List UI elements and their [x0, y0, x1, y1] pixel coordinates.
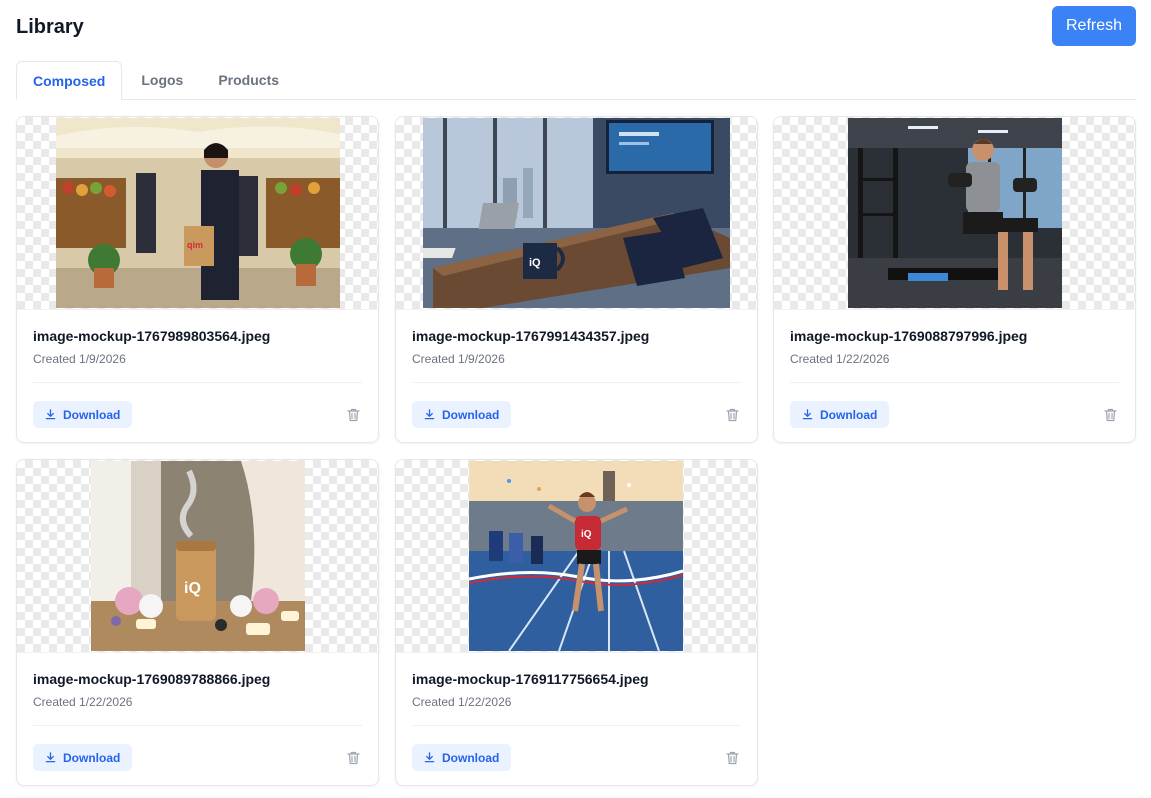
- download-label: Download: [820, 407, 878, 422]
- card-actions: Download: [412, 744, 741, 771]
- created-date: Created 1/9/2026: [412, 352, 505, 366]
- download-icon: [802, 409, 813, 420]
- file-name: image-mockup-1767991434357.jpeg: [412, 328, 650, 344]
- trash-icon[interactable]: [723, 749, 741, 767]
- image-preview: [848, 118, 1062, 308]
- divider: [33, 725, 362, 726]
- divider: [33, 382, 362, 383]
- trash-icon[interactable]: [344, 749, 362, 767]
- download-button[interactable]: Download: [412, 744, 512, 771]
- card-actions: Download: [33, 744, 362, 771]
- thumbnail[interactable]: qim: [17, 117, 378, 310]
- trash-icon[interactable]: [344, 406, 362, 424]
- file-name: image-mockup-1769088797996.jpeg: [790, 328, 1028, 344]
- download-icon: [45, 409, 56, 420]
- created-date: Created 1/22/2026: [412, 695, 512, 709]
- download-label: Download: [442, 407, 500, 422]
- header: Library Refresh: [16, 0, 1136, 52]
- image-preview: iQ: [423, 118, 730, 308]
- trash-icon[interactable]: [1101, 406, 1119, 424]
- image-preview: iQ: [91, 461, 305, 651]
- tab-logos[interactable]: Logos: [125, 61, 199, 99]
- tab-products[interactable]: Products: [202, 61, 295, 99]
- created-date: Created 1/9/2026: [33, 352, 126, 366]
- image-preview: iQ: [469, 461, 683, 651]
- download-button[interactable]: Download: [412, 401, 512, 428]
- image-card: iQ image-mockup-1769117756654.jpeg Creat…: [395, 459, 758, 786]
- image-card: iQ image-mockup-1767991434357.jpeg Creat…: [395, 116, 758, 443]
- image-card: iQ image-mockup-1769089788866.jpeg Creat…: [16, 459, 379, 786]
- svg-text:qim: qim: [187, 240, 203, 250]
- image-card: image-mockup-1769088797996.jpeg Created …: [773, 116, 1136, 443]
- svg-text:iQ: iQ: [529, 257, 541, 269]
- created-date: Created 1/22/2026: [33, 695, 133, 709]
- page-title: Library: [16, 15, 84, 38]
- divider: [412, 725, 741, 726]
- divider: [412, 382, 741, 383]
- download-button[interactable]: Download: [33, 744, 133, 771]
- thumbnail[interactable]: [774, 117, 1135, 310]
- tab-composed[interactable]: Composed: [16, 61, 123, 100]
- download-icon: [45, 752, 56, 763]
- trash-icon[interactable]: [723, 406, 741, 424]
- download-icon: [424, 409, 435, 420]
- file-name: image-mockup-1769089788866.jpeg: [33, 671, 271, 687]
- library-page: Library Refresh Composed Logos Products: [0, 0, 1151, 798]
- svg-text:iQ: iQ: [184, 580, 201, 597]
- card-actions: Download: [412, 401, 741, 428]
- file-name: image-mockup-1769117756654.jpeg: [412, 671, 649, 687]
- thumbnail[interactable]: iQ: [17, 460, 378, 653]
- refresh-button[interactable]: Refresh: [1052, 6, 1136, 46]
- created-date: Created 1/22/2026: [790, 352, 890, 366]
- download-label: Download: [63, 750, 121, 765]
- image-card: qim image-mockup-1767989803564.jpeg Crea…: [16, 116, 379, 443]
- download-label: Download: [63, 407, 121, 422]
- thumbnail[interactable]: iQ: [396, 460, 757, 653]
- file-name: image-mockup-1767989803564.jpeg: [33, 328, 271, 344]
- tab-bar: Composed Logos Products: [16, 61, 1136, 100]
- svg-text:iQ: iQ: [581, 529, 592, 540]
- image-preview: qim: [56, 118, 340, 308]
- card-actions: Download: [790, 401, 1119, 428]
- download-button[interactable]: Download: [33, 401, 133, 428]
- download-label: Download: [442, 750, 500, 765]
- download-icon: [424, 752, 435, 763]
- thumbnail[interactable]: iQ: [396, 117, 757, 310]
- card-actions: Download: [33, 401, 362, 428]
- divider: [790, 382, 1119, 383]
- download-button[interactable]: Download: [790, 401, 890, 428]
